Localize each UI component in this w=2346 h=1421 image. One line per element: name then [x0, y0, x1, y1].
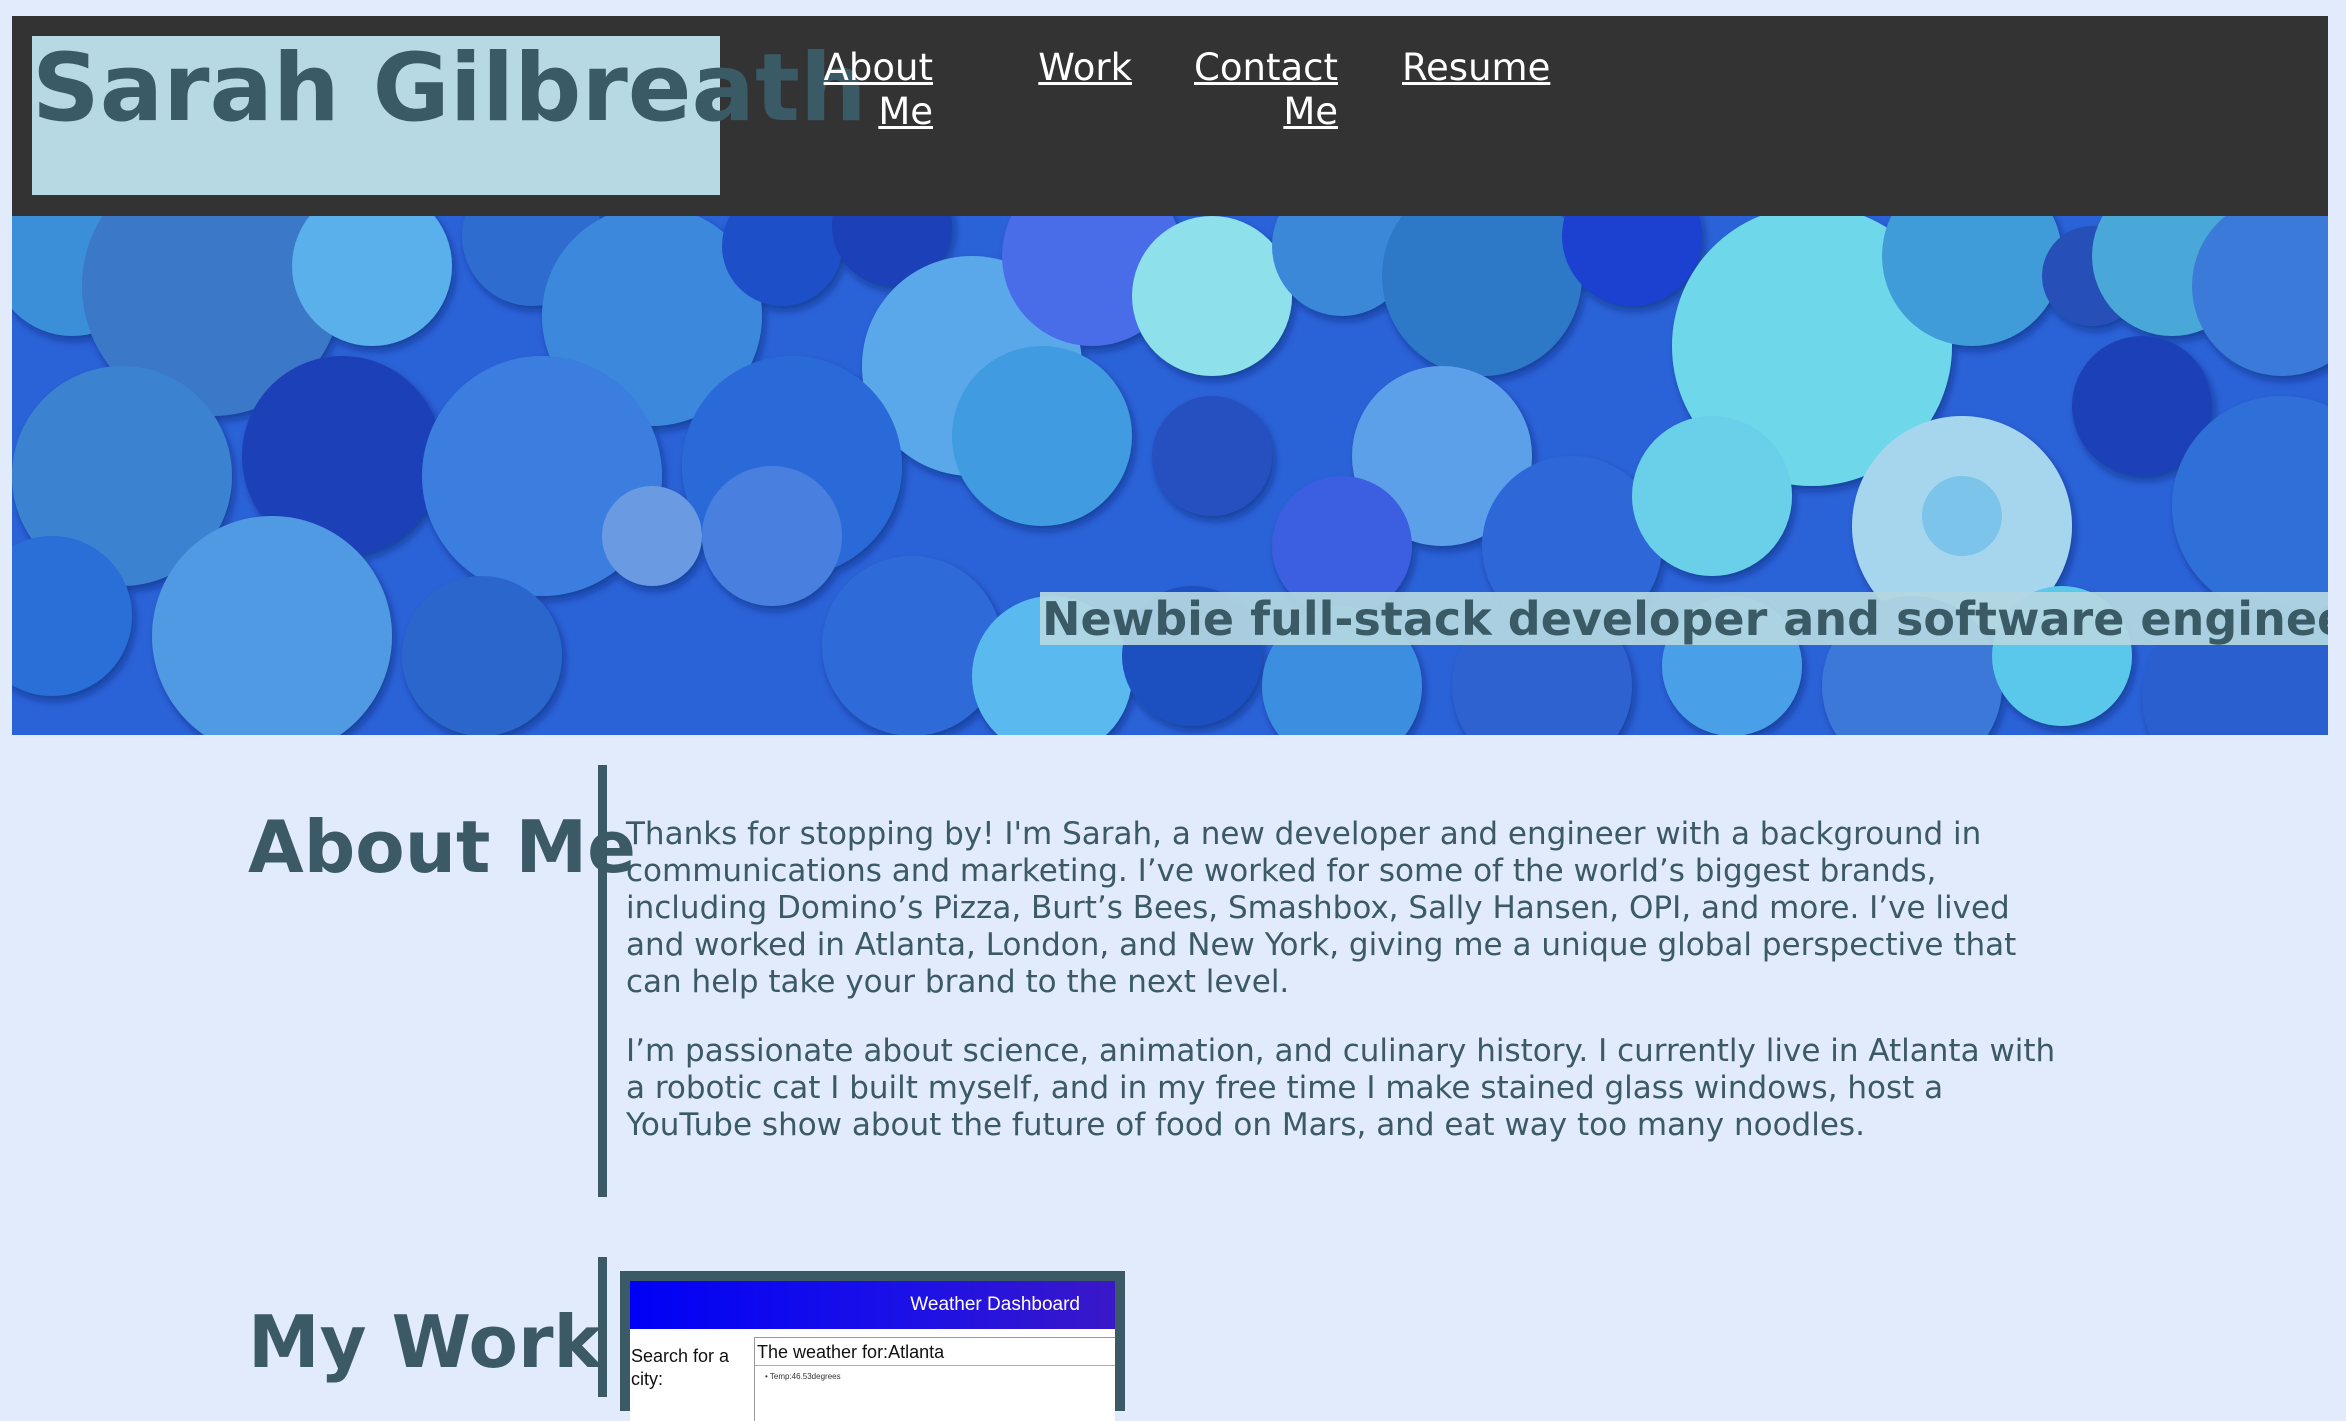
site-header: Sarah Gilbreath About Me Work Contact Me…	[12, 16, 2328, 216]
project-result-divider	[755, 1365, 1115, 1366]
work-heading: My Work	[248, 1300, 602, 1384]
about-heading: About Me	[248, 805, 636, 889]
nav-contact-line1[interactable]: Contact	[1194, 46, 1338, 89]
about-divider	[598, 765, 607, 1197]
project-screenshot[interactable]: Weather Dashboard Search for a city: The…	[630, 1281, 1115, 1421]
nav-work-label[interactable]: Work	[1038, 46, 1132, 89]
project-screenshot-header: Weather Dashboard	[630, 1281, 1115, 1329]
nav-link-resume[interactable]: Resume	[1402, 46, 1550, 90]
hero-bubbles-background	[12, 216, 2328, 735]
site-name[interactable]: Sarah Gilbreath	[32, 42, 867, 136]
about-paragraph-1: Thanks for stopping by! I'm Sarah, a new…	[626, 816, 2017, 1000]
nav-about-line1[interactable]: About	[824, 46, 933, 89]
logo-box[interactable]: Sarah Gilbreath	[32, 36, 867, 195]
nav-contact-line2[interactable]: Me	[1283, 90, 1338, 133]
hero-banner: Newbie full-stack developer and software…	[12, 216, 2328, 735]
nav-resume-label[interactable]: Resume	[1402, 46, 1550, 89]
about-content: Thanks for stopping by! I'm Sarah, a new…	[626, 816, 2056, 1176]
project-result-box: The weather for:Atlanta • Temp:46.53degr…	[754, 1337, 1115, 1421]
work-divider	[598, 1257, 607, 1397]
nav-link-contact-me[interactable]: Contact Me	[1192, 46, 1338, 134]
nav-link-work[interactable]: Work	[1032, 46, 1132, 90]
hero-tagline: Newbie full-stack developer and software…	[1040, 592, 2328, 646]
nav-about-line2[interactable]: Me	[878, 90, 933, 133]
project-temp-text: • Temp:46.53degrees	[765, 1372, 841, 1381]
project-result-title: The weather for:Atlanta	[757, 1342, 945, 1362]
project-search-label: Search for a city:	[631, 1346, 730, 1389]
project-title: Weather Dashboard	[910, 1294, 1080, 1315]
project-card-weather-dashboard[interactable]: Weather Dashboard Search for a city: The…	[620, 1271, 1125, 1421]
nav-link-about-me[interactable]: About Me	[802, 46, 933, 134]
about-paragraph-2: I’m passionate about science, animation,…	[626, 1033, 2056, 1143]
